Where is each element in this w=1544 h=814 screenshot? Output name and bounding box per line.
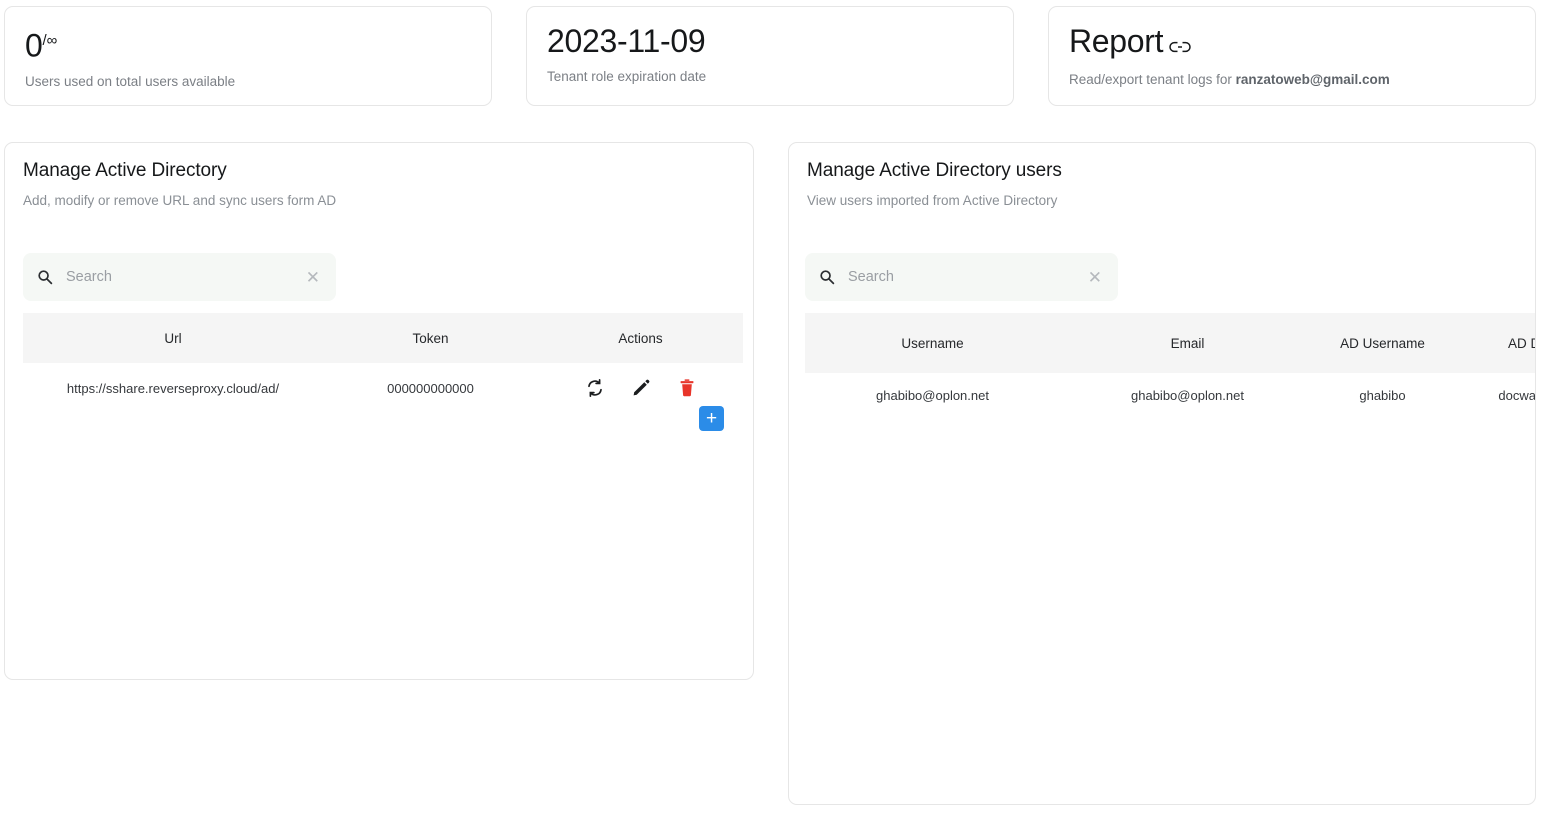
- ad-search-field[interactable]: Search ✕: [23, 253, 336, 301]
- close-icon[interactable]: ✕: [1084, 265, 1106, 290]
- kpi-users-value: 0/∞: [25, 21, 471, 66]
- manage-active-directory-users-panel: Manage Active Directory users View users…: [788, 142, 1536, 805]
- column-header-email: Email: [1060, 313, 1315, 373]
- search-icon: [819, 269, 835, 285]
- cell-ad-domain: docwatermelon: [1498, 388, 1536, 403]
- ad-users-table: Username Email AD Username AD Domain gha…: [805, 313, 1536, 418]
- kpi-cards-row: 0/∞ Users used on total users available …: [0, 0, 1544, 112]
- kpi-card-report: Report Read/export tenant logs for ranza…: [1048, 6, 1536, 106]
- left-panel-title: Manage Active Directory: [23, 160, 227, 181]
- column-header-ad-domain: AD Domain: [1450, 313, 1535, 373]
- kpi-report-value: Report: [1069, 21, 1515, 64]
- manage-active-directory-panel: Manage Active Directory Add, modify or r…: [4, 142, 754, 680]
- right-panel-subtitle: View users imported from Active Director…: [807, 193, 1058, 208]
- cell-username: ghabibo@oplon.net: [876, 388, 989, 403]
- column-header-username: Username: [805, 313, 1060, 373]
- kpi-users-number: 0: [25, 27, 43, 64]
- delete-icon[interactable]: [677, 378, 697, 398]
- kpi-expiration-value: 2023-11-09: [547, 23, 706, 59]
- table-row: https://sshare.reverseproxy.cloud/ad/ 00…: [23, 363, 743, 413]
- kpi-users-total: /∞: [42, 32, 58, 49]
- kpi-report-caption: Read/export tenant logs for ranzatoweb@g…: [1069, 71, 1515, 89]
- kpi-card-users: 0/∞ Users used on total users available: [4, 6, 492, 106]
- ad-url-table: Url Token Actions https://sshare.reverse…: [23, 313, 743, 413]
- cell-actions: [538, 363, 743, 413]
- table-header-row: Username Email AD Username AD Domain: [805, 313, 1535, 373]
- cell-url: https://sshare.reverseproxy.cloud/ad/: [66, 380, 280, 396]
- column-header-token: Token: [323, 313, 538, 363]
- ad-search-placeholder: Search: [66, 269, 112, 285]
- column-header-ad-username: AD Username: [1315, 313, 1450, 373]
- cell-ad-username: ghabibo: [1359, 388, 1406, 403]
- table-row: ghabibo@oplon.net ghabibo@oplon.net ghab…: [805, 373, 1536, 418]
- close-icon[interactable]: ✕: [302, 265, 324, 290]
- kpi-report-email: ranzatoweb@gmail.com: [1235, 71, 1390, 87]
- column-header-actions: Actions: [538, 313, 743, 363]
- ad-users-search-placeholder: Search: [848, 269, 894, 285]
- cell-email: ghabibo@oplon.net: [1131, 388, 1244, 403]
- table-header-row: Url Token Actions: [23, 313, 743, 363]
- right-panel-title: Manage Active Directory users: [807, 160, 1062, 181]
- kpi-card-expiration: 2023-11-09 Tenant role expiration date: [526, 6, 1014, 106]
- sync-icon[interactable]: [585, 378, 605, 398]
- kpi-report-caption-pre: Read/export tenant logs for: [1069, 71, 1236, 87]
- cell-token: 000000000000: [387, 380, 474, 396]
- link-icon[interactable]: [1169, 23, 1191, 63]
- edit-icon[interactable]: [631, 378, 651, 398]
- kpi-report-label: Report: [1069, 23, 1164, 59]
- column-header-url: Url: [23, 313, 323, 363]
- kpi-expiration-caption: Tenant role expiration date: [547, 69, 707, 84]
- ad-users-search-field[interactable]: Search ✕: [805, 253, 1118, 301]
- left-panel-subtitle: Add, modify or remove URL and sync users…: [23, 193, 337, 208]
- kpi-users-caption: Users used on total users available: [25, 73, 236, 89]
- search-icon: [37, 269, 53, 285]
